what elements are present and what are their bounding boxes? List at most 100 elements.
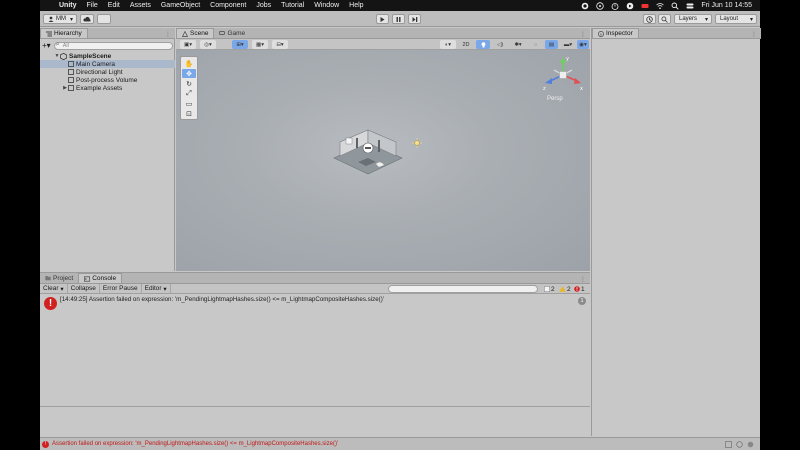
orientation-gizmo[interactable]: y x z: [542, 54, 584, 96]
layers-label: Layers: [679, 16, 698, 22]
tab-hierarchy[interactable]: Hierarchy: [40, 28, 88, 38]
step-button[interactable]: [408, 14, 421, 24]
tree-row-directional-light[interactable]: Directional Light: [40, 68, 175, 76]
tree-row-scene[interactable]: ▼ SampleScene: [40, 52, 175, 60]
error-pause-button[interactable]: Error Pause: [100, 283, 142, 294]
grid-snap-dropdown[interactable]: ▦▾: [252, 40, 268, 49]
rotate-tool-button[interactable]: ↻: [182, 79, 196, 88]
menu-edit[interactable]: Edit: [103, 2, 125, 9]
wifi-icon[interactable]: [656, 2, 665, 10]
shading-mode-dropdown[interactable]: ◐▾: [440, 40, 456, 49]
hierarchy-icon: [46, 31, 52, 36]
collapse-button[interactable]: Collapse: [68, 283, 100, 294]
add-object-button[interactable]: +▾: [42, 41, 51, 50]
tab-project[interactable]: Project: [40, 273, 78, 283]
cloud-button[interactable]: [80, 14, 94, 24]
inspector-panel: Inspector ⋮: [591, 28, 761, 436]
collab-button[interactable]: [97, 14, 111, 24]
error-icon: !: [44, 297, 57, 310]
panel-menu-icon[interactable]: ⋮: [580, 276, 586, 283]
menu-jobs[interactable]: Jobs: [251, 2, 276, 9]
menu-window[interactable]: Window: [309, 2, 344, 9]
room-model[interactable]: [332, 128, 404, 184]
tree-row-example-assets[interactable]: ▶ Example Assets: [40, 84, 175, 92]
camera-gizmo-icon[interactable]: [362, 142, 374, 154]
console-detail-divider[interactable]: [40, 406, 590, 407]
search-button[interactable]: [658, 14, 671, 24]
panel-menu-icon[interactable]: ⋮: [580, 31, 586, 38]
audio-toggle-button[interactable]: ◁): [494, 40, 506, 49]
unity-scene-icon: [60, 52, 67, 60]
directional-light-gizmo-icon[interactable]: [412, 138, 422, 148]
tree-item-label: Directional Light: [76, 68, 123, 76]
tab-game[interactable]: Game: [214, 28, 250, 38]
play-button[interactable]: [376, 14, 389, 24]
log-count-badge: 1: [578, 297, 586, 305]
console-search-input[interactable]: [388, 285, 538, 293]
increment-dropdown[interactable]: ⊟▾: [272, 40, 288, 49]
console-log-entry[interactable]: ! [14:49:25] Assertion failed on express…: [40, 294, 590, 312]
layout-dropdown[interactable]: Layout: [715, 14, 757, 24]
menubar-clock[interactable]: Fri Jun 10 14:55: [701, 2, 752, 9]
hierarchy-tabbar: Hierarchy ⋮: [40, 28, 175, 39]
scene-viewport[interactable]: ✋ ✥ ↻ ⤢ ▭ ⊡ y x z Persp: [176, 50, 590, 271]
status-bar[interactable]: ! Assertion failed on expression: 'm_Pen…: [40, 437, 760, 450]
transform-tool-button[interactable]: ⊡: [182, 109, 196, 118]
tab-console[interactable]: Console: [78, 273, 123, 283]
rect-tool-button[interactable]: ▭: [182, 99, 196, 108]
camera-dropdown[interactable]: ▬▾: [561, 40, 575, 49]
axis-z-label: z: [543, 86, 546, 92]
main-toolbar: MM Layers Layout: [40, 11, 760, 27]
editor-dropdown[interactable]: Editor ▾: [142, 283, 171, 294]
control-center-icon[interactable]: [686, 2, 694, 10]
tab-inspector[interactable]: Inspector: [592, 28, 639, 38]
move-snap-dropdown[interactable]: ⊞▾: [232, 40, 248, 49]
panel-menu-icon[interactable]: ⋮: [751, 31, 757, 38]
menu-file[interactable]: File: [82, 2, 103, 9]
menu-gameobject[interactable]: GameObject: [156, 2, 205, 9]
tab-scene[interactable]: Scene: [176, 28, 215, 38]
progress-spinner-icon[interactable]: [736, 440, 743, 448]
menu-app-unity[interactable]: Unity: [54, 2, 82, 9]
menu-help[interactable]: Help: [344, 2, 368, 9]
gizmo-grid-button[interactable]: ▤: [545, 40, 558, 49]
tree-row-post-process-volume[interactable]: Post-process Volume: [40, 76, 175, 84]
menu-assets[interactable]: Assets: [125, 2, 156, 9]
toggle-2d-button[interactable]: 2D: [460, 40, 472, 49]
warning-count-toggle[interactable]: 2: [559, 284, 571, 294]
pause-button[interactable]: [392, 14, 405, 24]
clear-label: Clear: [43, 285, 59, 292]
projection-label[interactable]: Persp: [547, 96, 563, 102]
history-button[interactable]: [643, 14, 656, 24]
gizmos-dropdown[interactable]: ◉▾: [577, 40, 589, 49]
play-circle-icon[interactable]: [626, 2, 634, 10]
panel-menu-icon[interactable]: ⋮: [165, 31, 171, 38]
hidden-objects-button[interactable]: ◌: [529, 40, 542, 49]
scale-tool-button[interactable]: ⤢: [182, 89, 196, 98]
record-icon[interactable]: [581, 2, 589, 10]
clear-button[interactable]: Clear ▾: [40, 283, 68, 294]
stopwatch-icon[interactable]: [611, 2, 619, 10]
pivot-dropdown[interactable]: ◎▾: [200, 40, 216, 49]
lighting-toggle-button[interactable]: [476, 40, 490, 49]
video-recorder-icon[interactable]: [641, 2, 649, 10]
effects-dropdown[interactable]: ✱▾: [510, 40, 526, 49]
tree-row-main-camera[interactable]: Main Camera: [40, 60, 175, 68]
message-count-toggle[interactable]: 2: [544, 284, 555, 294]
auto-generate-lighting-icon[interactable]: [747, 441, 754, 448]
hand-tool-button[interactable]: ✋: [182, 59, 196, 68]
pause-icon: [396, 16, 401, 22]
error-count-toggle[interactable]: 1: [574, 284, 585, 294]
hierarchy-search-input[interactable]: All: [53, 41, 173, 50]
account-dropdown[interactable]: MM: [43, 14, 77, 24]
scene-icon: [182, 30, 188, 37]
move-tool-button[interactable]: ✥: [182, 69, 196, 78]
layers-dropdown[interactable]: Layers: [674, 14, 712, 24]
menu-tutorial[interactable]: Tutorial: [276, 2, 309, 9]
menu-component[interactable]: Component: [205, 2, 251, 9]
radiation-icon[interactable]: [596, 1, 605, 10]
draw-mode-dropdown[interactable]: ▣▾: [180, 40, 196, 49]
status-message: Assertion failed on expression: 'm_Pendi…: [52, 441, 339, 447]
search-icon[interactable]: [671, 2, 680, 10]
debug-mode-icon[interactable]: [725, 440, 732, 448]
